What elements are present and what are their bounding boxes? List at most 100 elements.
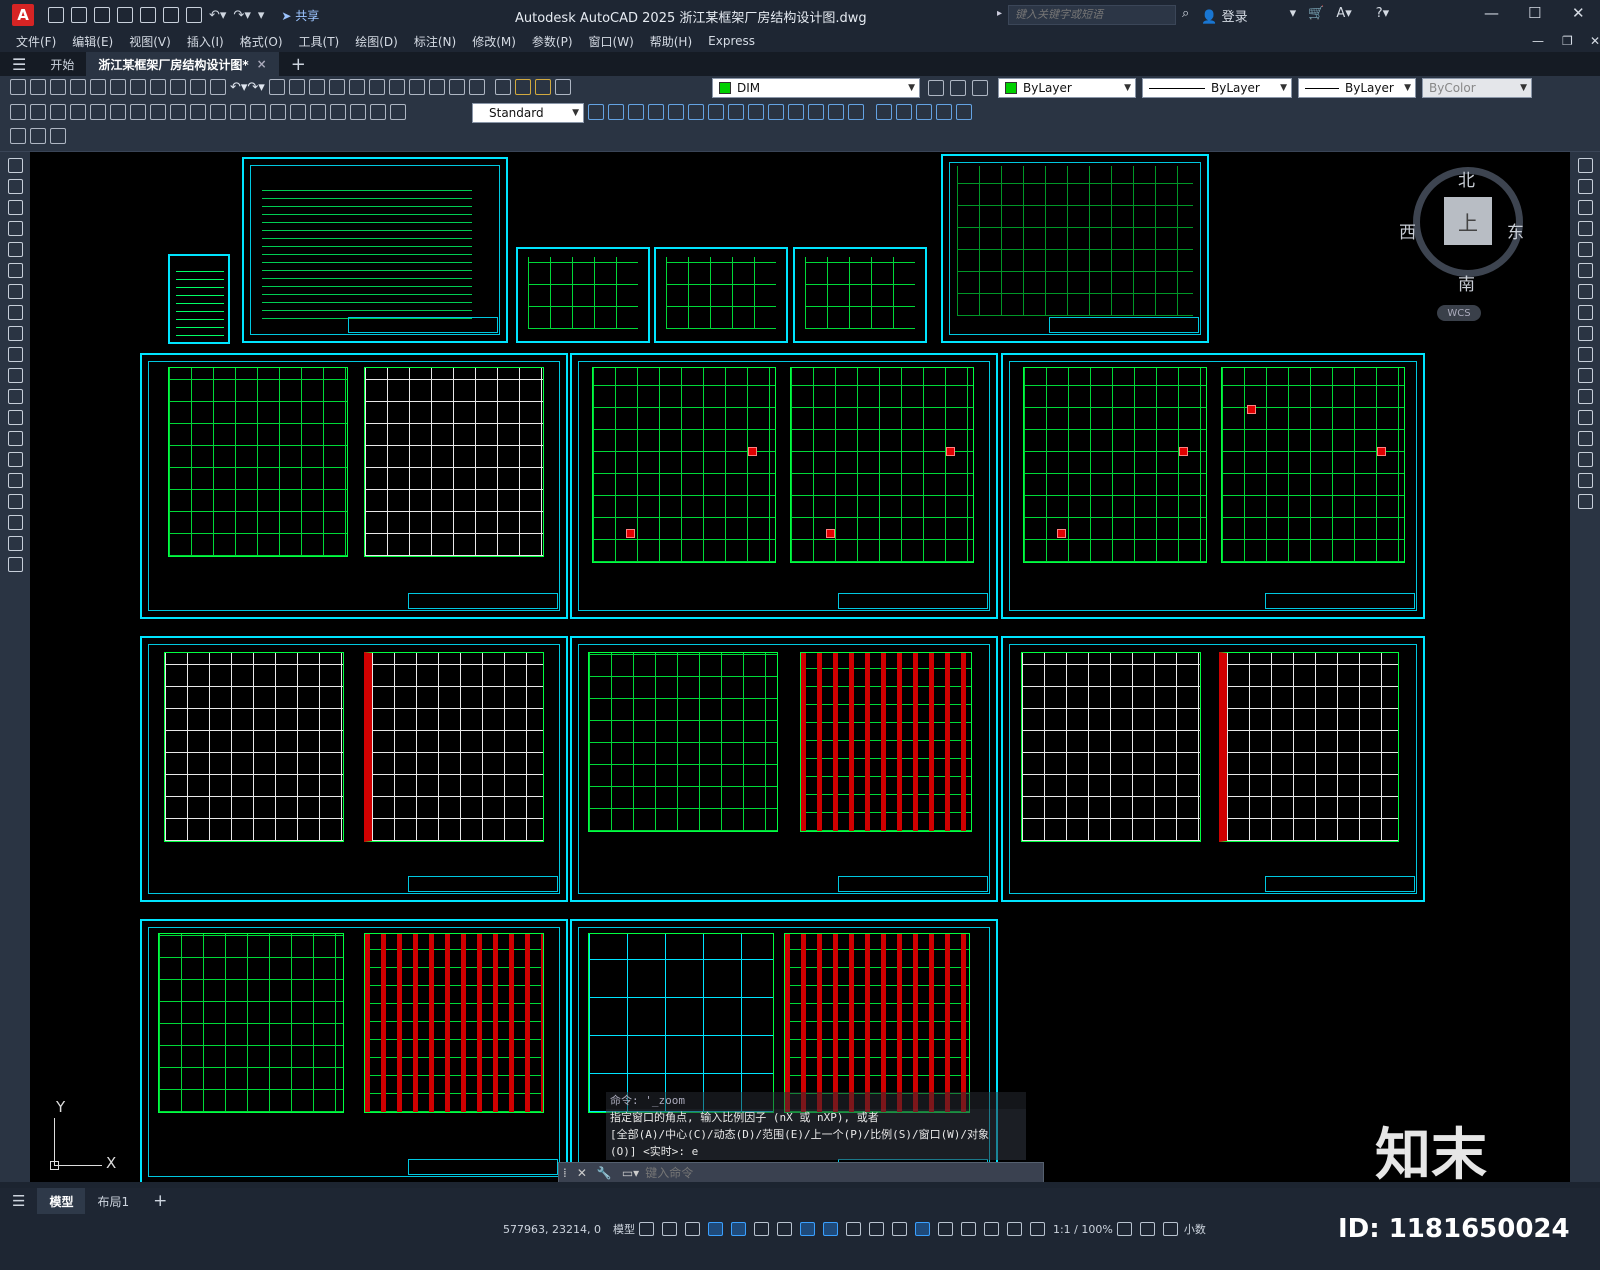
dim-diameter-icon[interactable] [130, 104, 146, 120]
dim-edit-icon[interactable] [350, 104, 366, 120]
ortho-icon[interactable] [730, 1222, 746, 1236]
chamfer-icon[interactable] [1577, 431, 1593, 446]
open-icon[interactable] [30, 79, 46, 95]
drawing-sheet[interactable] [242, 157, 508, 343]
drawing-sheet[interactable] [140, 919, 568, 1182]
ucs-icon[interactable] [876, 104, 892, 120]
menu-tools[interactable]: 工具(T) [299, 33, 340, 50]
close-icon[interactable]: ✕ [1572, 4, 1585, 22]
annotation-visibility-icon[interactable] [1006, 1222, 1022, 1236]
drawing-sheet[interactable] [168, 254, 230, 344]
object-snap-icon[interactable] [822, 1222, 838, 1236]
sun-icon[interactable] [828, 104, 844, 120]
spline-icon[interactable] [7, 326, 23, 341]
line-icon[interactable] [7, 158, 23, 173]
move-icon[interactable] [1577, 263, 1593, 278]
share-button[interactable]: ➤ 共享 [281, 7, 319, 24]
fillet-icon[interactable] [1577, 452, 1593, 467]
plus-icon[interactable] [1139, 1222, 1155, 1236]
table-icon[interactable] [7, 515, 23, 530]
drawing-sheet[interactable] [1001, 353, 1425, 619]
gradient-icon[interactable] [7, 473, 23, 488]
visual-style-icon[interactable] [748, 104, 764, 120]
mtext-icon[interactable] [7, 536, 23, 551]
pan-icon[interactable] [268, 79, 285, 95]
markup-icon[interactable] [428, 79, 445, 95]
drawing-sheet[interactable] [654, 247, 788, 343]
drawing-sheet[interactable] [570, 353, 998, 619]
tolerance-icon[interactable] [270, 104, 286, 120]
dimstyle-dropdown[interactable]: Standard ▼ [472, 103, 584, 123]
layer-properties-icon[interactable] [494, 79, 511, 95]
erase-icon[interactable] [1577, 158, 1593, 173]
menu-express[interactable]: Express [708, 34, 755, 48]
region-icon[interactable] [7, 494, 23, 509]
tab-model[interactable]: 模型 [37, 1188, 86, 1214]
drawing-sheet[interactable] [140, 353, 568, 619]
viewcube-west[interactable]: 西 [1399, 218, 1416, 243]
undo-toolbar-icon[interactable]: ↶▾↷▾ [230, 80, 265, 95]
dim-radius-icon[interactable] [90, 104, 106, 120]
command-close-icon[interactable]: ✕ [577, 1166, 587, 1180]
trim-icon[interactable] [1577, 347, 1593, 362]
dim-linear-icon[interactable] [10, 104, 26, 120]
menu-help[interactable]: 帮助(H) [650, 33, 692, 50]
model-space-button[interactable]: 模型 [613, 1221, 635, 1237]
search-arrow-icon[interactable]: ▸ [997, 8, 1002, 19]
viewcube-top-face[interactable]: 上 [1444, 197, 1492, 245]
cart-icon[interactable]: 🛒 [1308, 6, 1324, 25]
copy-object-icon[interactable] [1577, 179, 1593, 194]
revcloud-icon[interactable] [7, 305, 23, 320]
drawing-sheet[interactable] [941, 154, 1209, 343]
menu-view[interactable]: 视图(V) [129, 33, 171, 50]
tab-layout1[interactable]: 布局1 [85, 1188, 141, 1214]
tab-start[interactable]: 开始 [38, 52, 86, 76]
layout-menu-icon[interactable]: ☰ [0, 1188, 37, 1214]
viewcube-south[interactable]: 南 [1458, 270, 1475, 295]
linetype-dropdown[interactable]: ByLayer ▼ [1142, 78, 1292, 98]
tab-document[interactable]: 浙江某框架厂房结构设计图* × [86, 52, 279, 76]
construction-line-icon[interactable] [7, 179, 23, 194]
stretch-icon[interactable] [1577, 326, 1593, 341]
auto-scale-icon[interactable] [1029, 1222, 1045, 1236]
viewcube-east[interactable]: 东 [1507, 218, 1524, 243]
drawing-sheet[interactable] [1001, 636, 1425, 902]
section-icon[interactable] [848, 104, 864, 120]
cut-icon[interactable] [130, 79, 146, 95]
dynamic-input-icon[interactable] [707, 1222, 723, 1236]
calculator-icon[interactable] [448, 79, 465, 95]
rectangle-icon[interactable] [7, 242, 23, 257]
polyline-icon[interactable] [7, 200, 23, 215]
doc-close-icon[interactable]: ✕ [1590, 34, 1600, 48]
drawing-sheet[interactable] [140, 636, 568, 902]
view-left-icon[interactable] [648, 104, 664, 120]
gear-icon[interactable] [1116, 1222, 1132, 1236]
dim-baseline-icon[interactable] [190, 104, 206, 120]
save-toolbar-icon[interactable] [50, 79, 66, 95]
block-editor-icon[interactable] [210, 79, 226, 95]
customize-qat-icon[interactable]: ▾ [258, 8, 265, 23]
dim-ordinate-icon[interactable] [70, 104, 86, 120]
drawing-canvas[interactable]: 上 北 南 东 西 WCS Y X 命令: '_zoom 指定窗口的角点, 输入… [30, 152, 1570, 1182]
doc-restore-icon[interactable]: ❐ [1562, 34, 1573, 48]
layer-freeze-icon[interactable] [534, 79, 551, 95]
dim-style-icon[interactable] [588, 104, 604, 120]
viewcube-north[interactable]: 北 [1458, 166, 1475, 191]
break-icon[interactable] [1577, 389, 1593, 404]
walk-icon[interactable] [708, 104, 724, 120]
publish-toolbar-icon[interactable] [110, 79, 126, 95]
workspace-icon[interactable] [10, 128, 26, 144]
dim-update-icon[interactable] [390, 104, 406, 120]
units-icon[interactable] [1162, 1222, 1178, 1236]
dim-break-icon[interactable] [250, 104, 266, 120]
dim-arc-icon[interactable] [50, 104, 66, 120]
copy-icon[interactable] [150, 79, 166, 95]
array-icon[interactable] [1577, 242, 1593, 257]
ucs-view-icon[interactable] [936, 104, 952, 120]
polar-tracking-icon[interactable] [753, 1222, 769, 1236]
command-input[interactable] [645, 1166, 1006, 1180]
maximize-icon[interactable]: ☐ [1528, 4, 1541, 22]
snap-icon[interactable] [661, 1222, 677, 1236]
units-value[interactable]: 小数 [1184, 1221, 1206, 1237]
explode-icon[interactable] [1577, 494, 1593, 509]
